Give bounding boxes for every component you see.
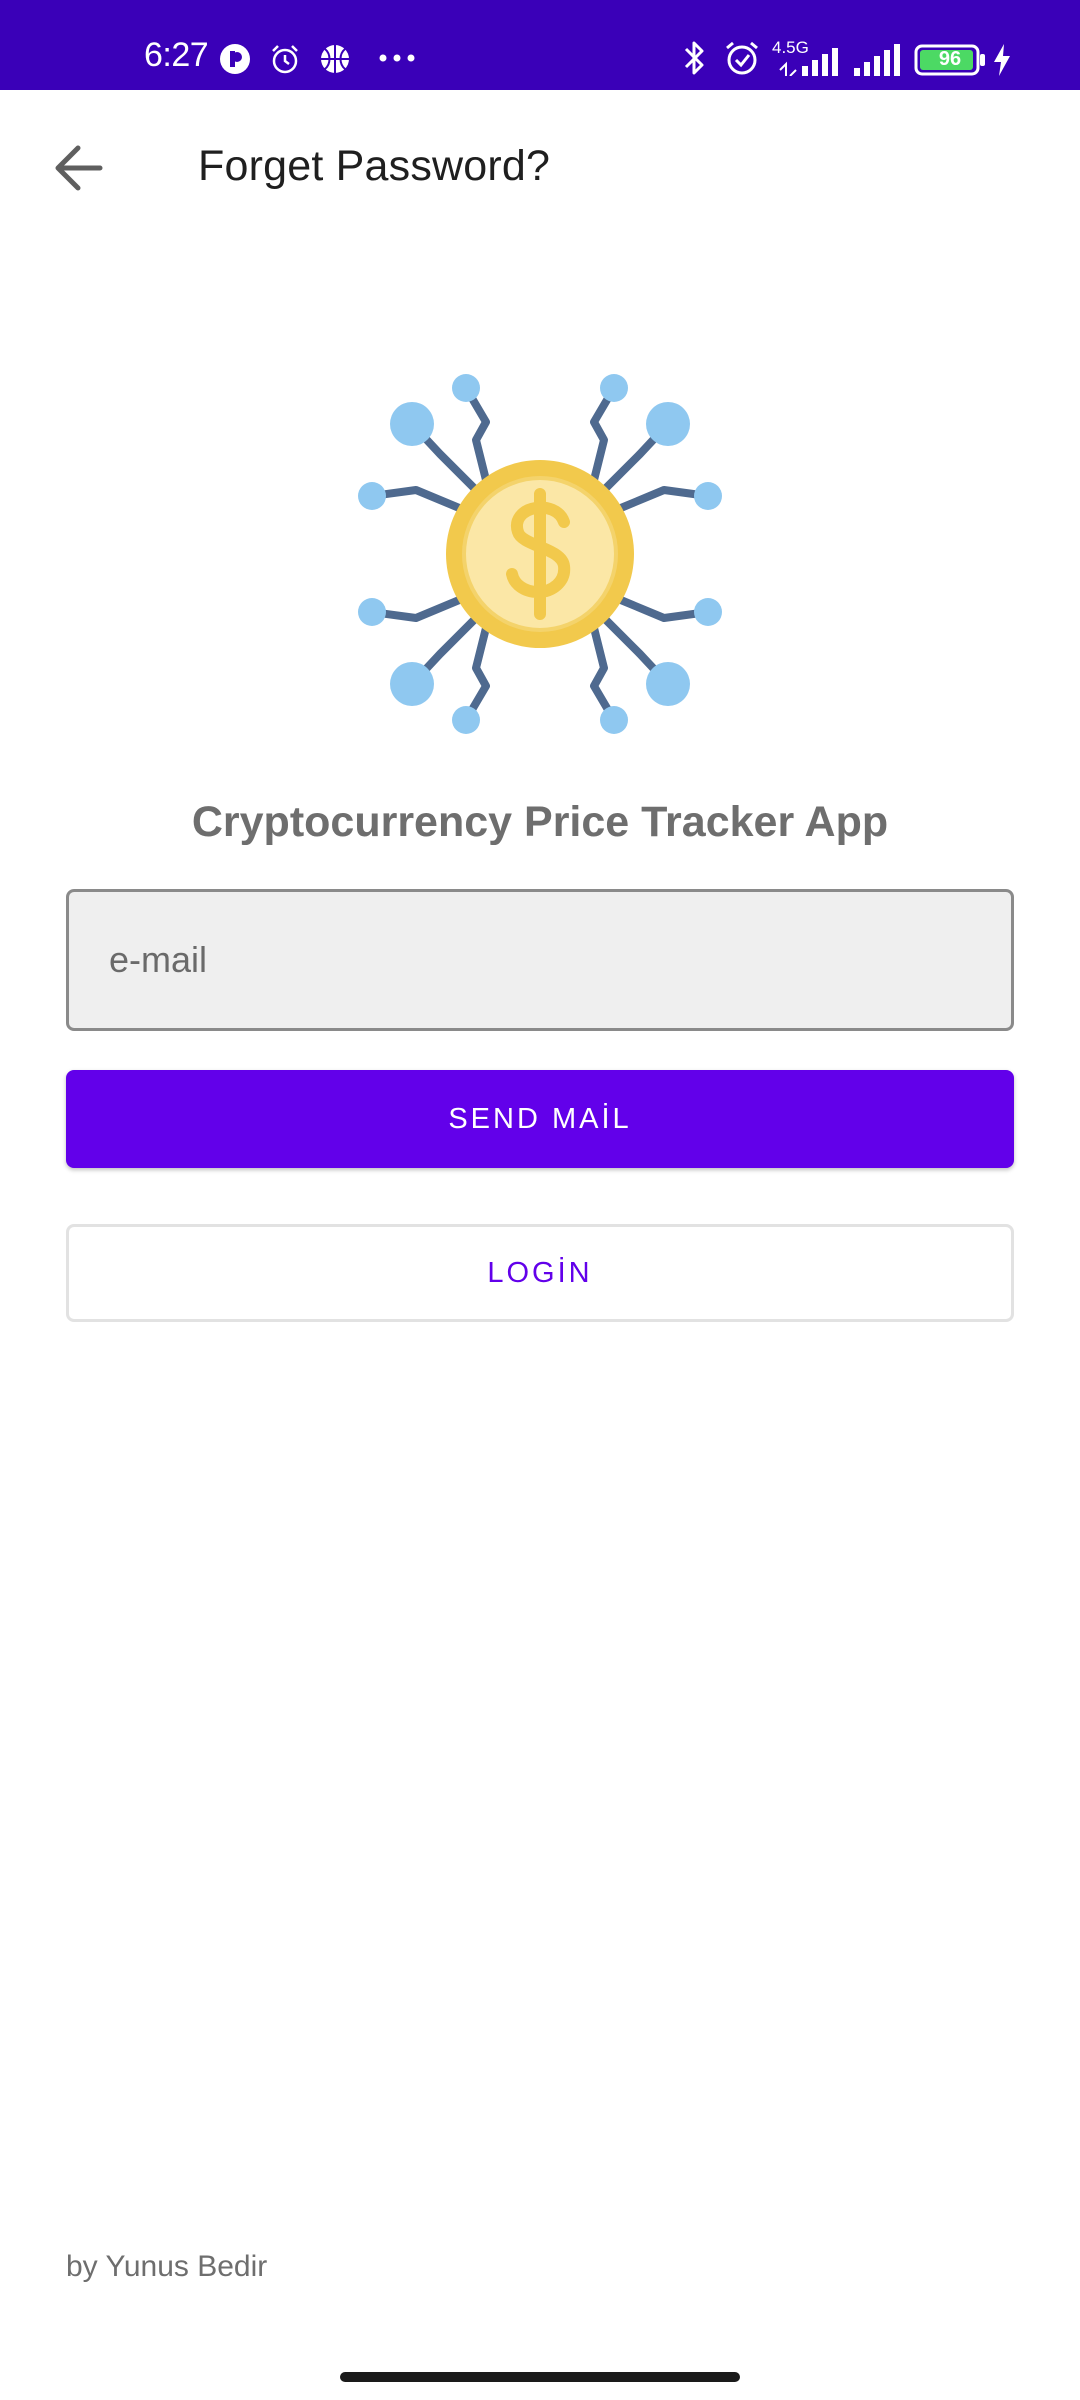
signal-icon xyxy=(779,48,838,76)
alarm-clock-icon xyxy=(726,41,758,75)
app-name-heading: Cryptocurrency Price Tracker App xyxy=(191,798,889,846)
back-button[interactable] xyxy=(30,130,126,206)
charging-icon xyxy=(994,44,1010,76)
battery-level: 96 xyxy=(938,48,962,70)
more-dots-icon xyxy=(379,54,415,62)
app-bar: Forget Password? xyxy=(0,90,1080,246)
status-time: 6:27 xyxy=(144,36,209,74)
page-title: Forget Password? xyxy=(198,142,551,190)
bluetooth-icon xyxy=(684,41,704,75)
home-indicator[interactable] xyxy=(340,2372,740,2382)
crypto-coin-network-icon xyxy=(358,374,722,734)
email-field[interactable] xyxy=(66,889,1014,1031)
author-credit: by Yunus Bedir xyxy=(66,2250,268,2283)
app-notification-icon xyxy=(220,44,250,74)
alarm-icon xyxy=(272,45,298,74)
signal-icon xyxy=(854,44,900,76)
arrow-left-icon xyxy=(55,145,103,191)
status-bar: 6:27 4.5G 96 xyxy=(0,0,1080,90)
login-button[interactable]: LOGİN xyxy=(66,1224,1014,1322)
send-mail-button[interactable]: SEND MAİL xyxy=(66,1070,1014,1168)
basketball-icon xyxy=(321,45,349,73)
